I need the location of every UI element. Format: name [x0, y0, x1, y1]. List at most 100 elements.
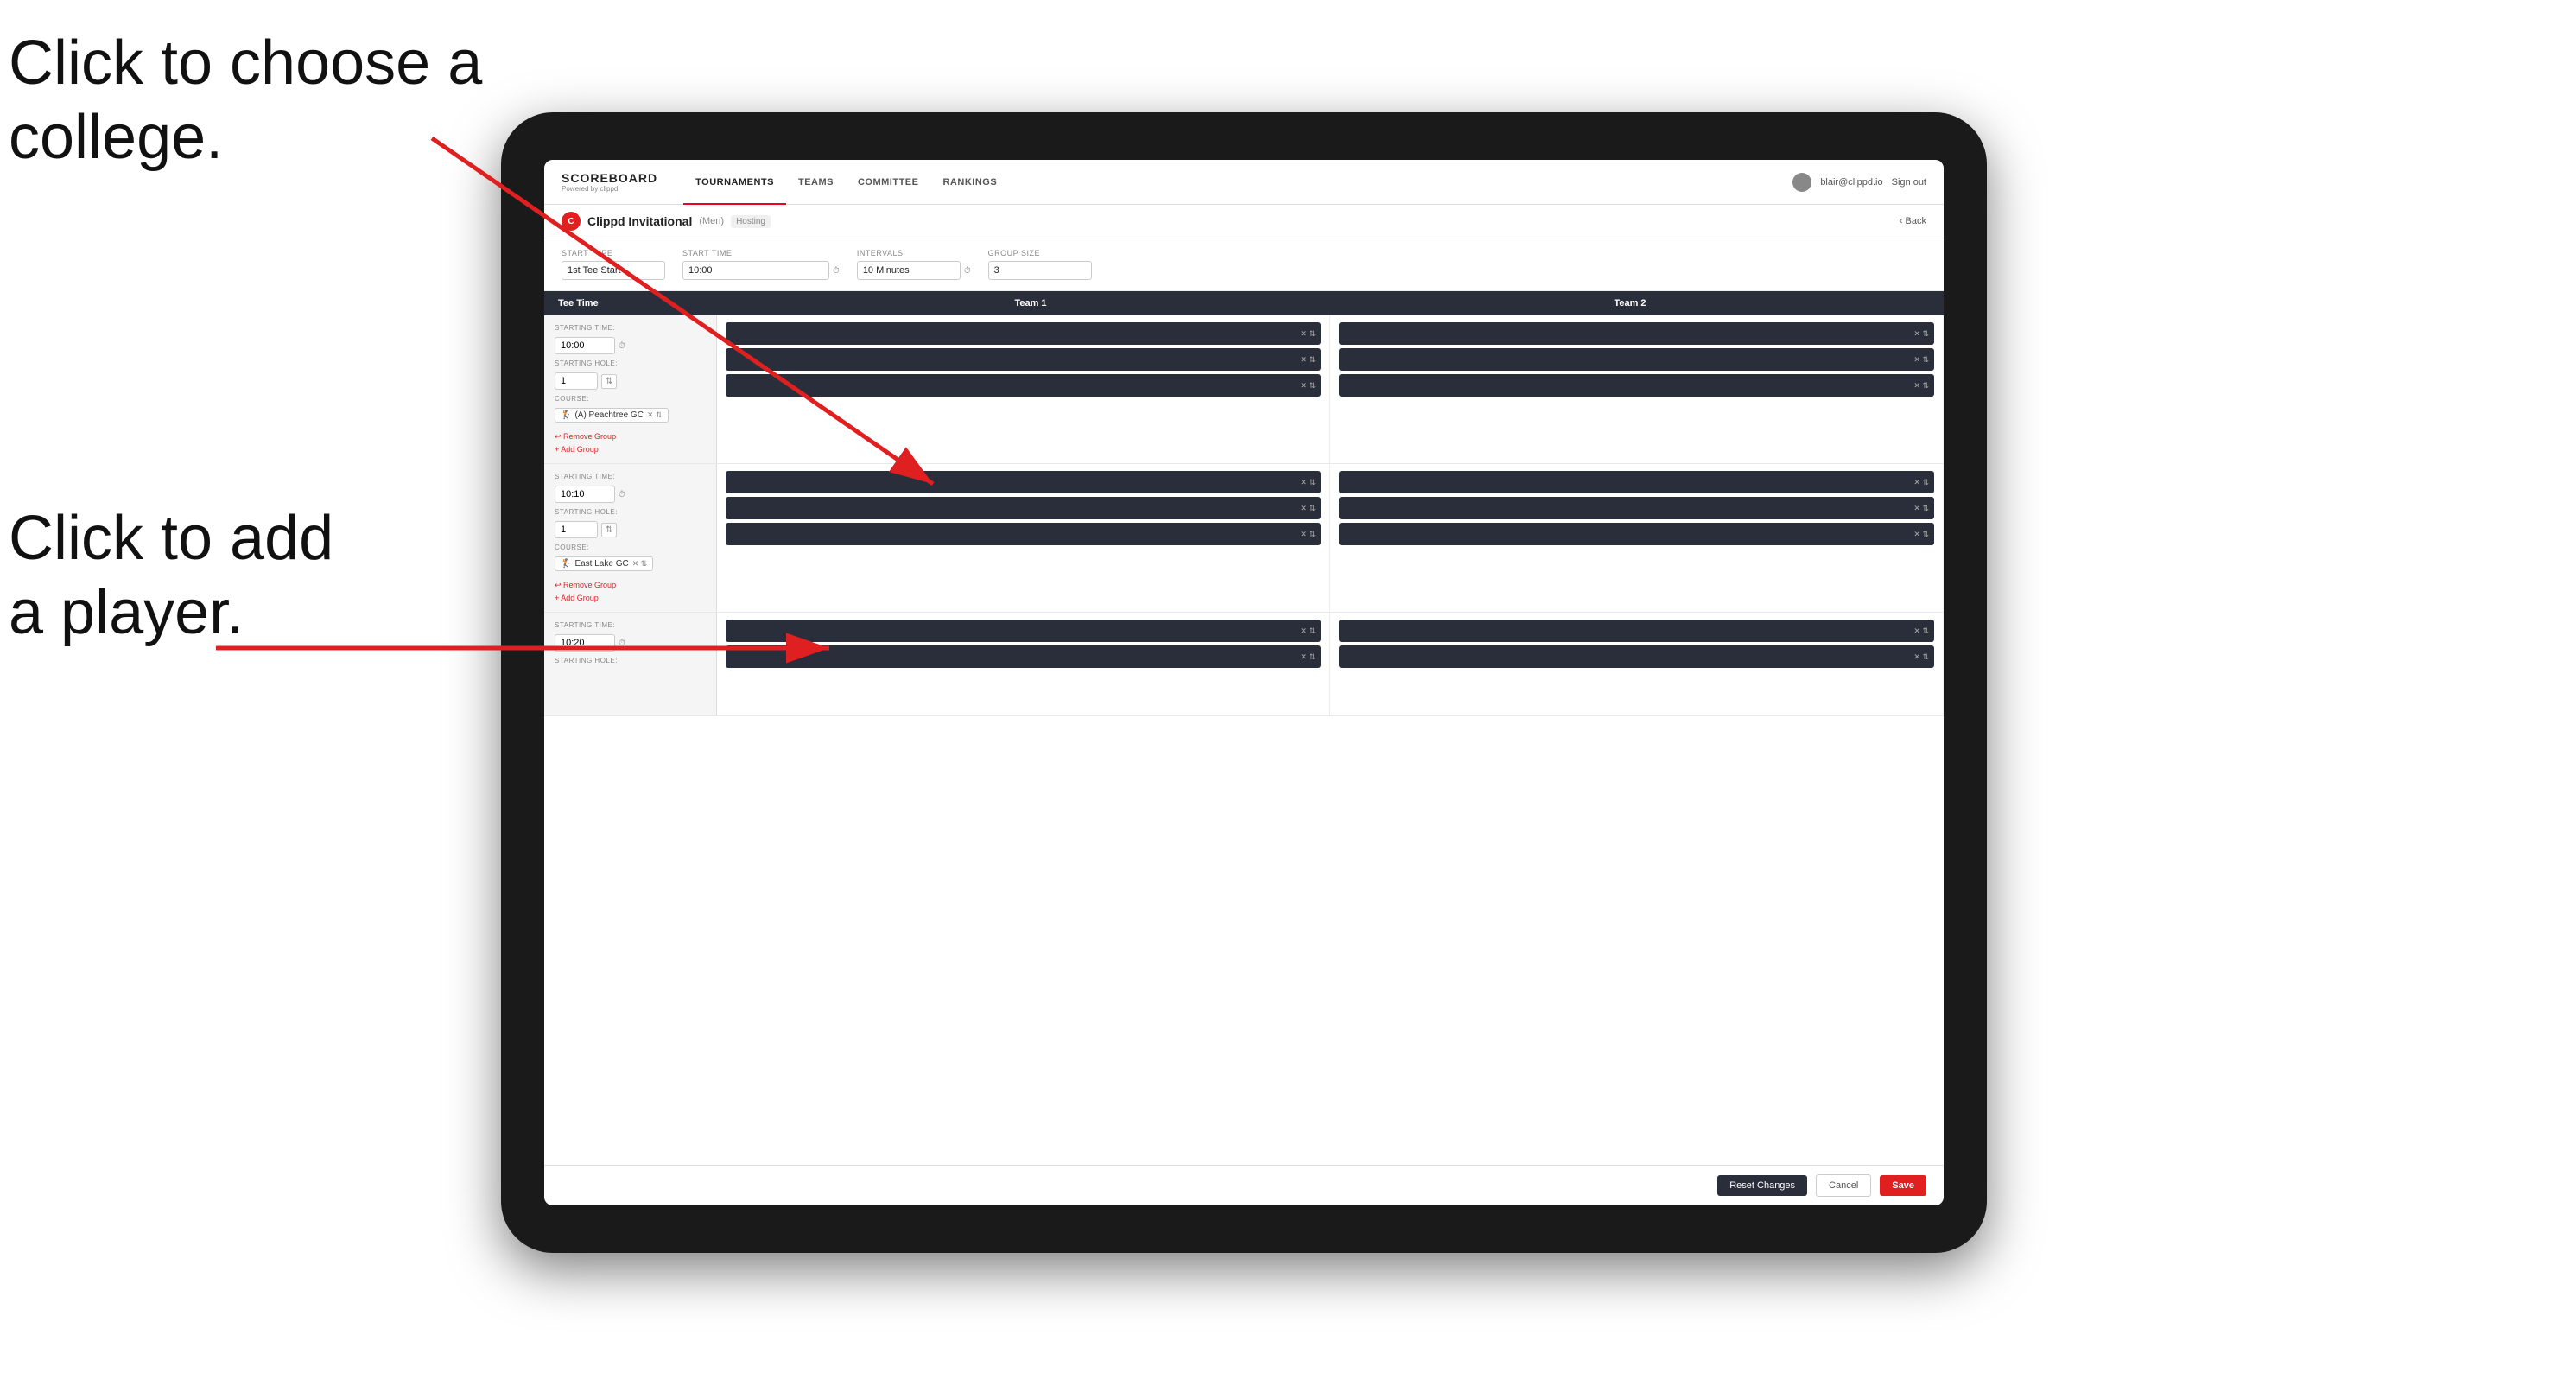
clock-icon-1: ⏱: [619, 341, 625, 351]
clock-icon: ⏱: [833, 266, 840, 276]
slot-x-icon[interactable]: ✕ ⇅: [1300, 329, 1316, 339]
add-group-btn-2[interactable]: + Add Group: [555, 593, 706, 603]
user-avatar: [1792, 173, 1811, 192]
nav-link-committee[interactable]: COMMITTEE: [846, 160, 931, 205]
group-2-left: STARTING TIME: ⏱ STARTING HOLE: ⇅ COURSE…: [544, 464, 717, 612]
slot-x-icon[interactable]: ✕ ⇅: [1913, 329, 1929, 339]
group-3-left: STARTING TIME: ⏱ STARTING HOLE:: [544, 613, 717, 715]
tablet-screen: SCOREBOARD Powered by clippd TOURNAMENTS…: [544, 160, 1944, 1205]
starting-time-label-3: STARTING TIME:: [555, 621, 706, 629]
course-label-2: COURSE:: [555, 544, 706, 551]
team1-header: Team 1: [731, 298, 1330, 308]
slot-x-icon[interactable]: ✕ ⇅: [1913, 381, 1929, 391]
slot-x-icon[interactable]: ✕ ⇅: [1300, 652, 1316, 662]
remove-group-btn-2[interactable]: ↩ Remove Group: [555, 580, 706, 591]
start-time-label: Start Time: [682, 249, 840, 257]
player-slot[interactable]: ✕ ⇅: [726, 322, 1321, 345]
bottom-bar: Reset Changes Cancel Save: [544, 1165, 1944, 1205]
player-slot[interactable]: ✕ ⇅: [1339, 374, 1934, 397]
slot-x-icon[interactable]: ✕ ⇅: [1913, 478, 1929, 487]
add-group-btn-1[interactable]: + Add Group: [555, 444, 706, 455]
nav-links: TOURNAMENTS TEAMS COMMITTEE RANKINGS: [683, 160, 1792, 205]
player-slot[interactable]: ✕ ⇅: [726, 497, 1321, 519]
course-tag-letter-2: 🏌: [561, 559, 571, 569]
nav-link-rankings[interactable]: RANKINGS: [930, 160, 1009, 205]
sub-header: C Clippd Invitational (Men) Hosting ‹ Ba…: [544, 205, 1944, 238]
start-type-select[interactable]: 1st Tee Start: [562, 261, 665, 280]
nav-bar: SCOREBOARD Powered by clippd TOURNAMENTS…: [544, 160, 1944, 205]
hole-spinner-1[interactable]: ⇅: [601, 374, 617, 389]
clock-icon-2: ⏱: [619, 490, 625, 499]
slot-x-icon[interactable]: ✕ ⇅: [1913, 504, 1929, 513]
player-slot[interactable]: ✕ ⇅: [1339, 471, 1934, 493]
group-row: STARTING TIME: ⏱ STARTING HOLE: ⇅ COURSE…: [544, 464, 1944, 613]
starting-time-input-1[interactable]: [555, 337, 615, 354]
player-slot[interactable]: ✕ ⇅: [726, 374, 1321, 397]
slot-x-icon[interactable]: ✕ ⇅: [1913, 652, 1929, 662]
player-slot[interactable]: ✕ ⇅: [726, 471, 1321, 493]
player-slot[interactable]: ✕ ⇅: [1339, 523, 1934, 545]
slot-x-icon[interactable]: ✕ ⇅: [1913, 355, 1929, 365]
remove-group-btn-1[interactable]: ↩ Remove Group: [555, 431, 706, 442]
brand: SCOREBOARD Powered by clippd: [562, 171, 657, 193]
slot-x-icon[interactable]: ✕ ⇅: [1300, 478, 1316, 487]
slot-x-icon[interactable]: ✕ ⇅: [1300, 355, 1316, 365]
group-3-team2: ✕ ⇅ ✕ ⇅: [1330, 613, 1944, 715]
sign-out-link[interactable]: Sign out: [1892, 177, 1926, 188]
save-button[interactable]: Save: [1880, 1175, 1926, 1196]
player-slot[interactable]: ✕ ⇅: [726, 348, 1321, 371]
starting-time-label-1: STARTING TIME:: [555, 324, 706, 332]
start-time-input[interactable]: [682, 261, 829, 280]
starting-hole-input-2[interactable]: [555, 521, 598, 538]
tablet-frame: SCOREBOARD Powered by clippd TOURNAMENTS…: [501, 112, 1987, 1253]
back-button[interactable]: ‹ Back: [1900, 216, 1926, 226]
player-slot[interactable]: ✕ ⇅: [1339, 322, 1934, 345]
intervals-label: Intervals: [857, 249, 971, 257]
start-time-group: Start Time ⏱: [682, 249, 840, 280]
tournament-title: Clippd Invitational: [587, 214, 692, 228]
group-size-select[interactable]: 3: [988, 261, 1092, 280]
slot-x-icon[interactable]: ✕ ⇅: [1913, 530, 1929, 539]
course-tag-2[interactable]: 🏌 East Lake GC ✕ ⇅: [555, 556, 653, 571]
slot-x-icon[interactable]: ✕ ⇅: [1300, 626, 1316, 636]
annotation-player: Click to add a player.: [9, 501, 333, 651]
player-slot[interactable]: ✕ ⇅: [1339, 645, 1934, 668]
player-slot[interactable]: ✕ ⇅: [1339, 348, 1934, 371]
course-tag-letter-1: 🏌: [561, 410, 571, 420]
slot-x-icon[interactable]: ✕ ⇅: [1300, 381, 1316, 391]
starting-hole-input-1[interactable]: [555, 372, 598, 390]
nav-link-tournaments[interactable]: TOURNAMENTS: [683, 160, 786, 205]
starting-hole-label-2: STARTING HOLE:: [555, 508, 706, 516]
groups-container: STARTING TIME: ⏱ STARTING HOLE: ⇅ COURSE…: [544, 315, 1944, 1165]
player-slot[interactable]: ✕ ⇅: [1339, 497, 1934, 519]
player-slot[interactable]: ✕ ⇅: [726, 645, 1321, 668]
starting-time-input-2[interactable]: [555, 486, 615, 503]
course-remove-1[interactable]: ✕ ⇅: [647, 410, 663, 420]
tee-time-header: Tee Time: [558, 298, 731, 308]
nav-right: blair@clippd.io Sign out: [1792, 173, 1926, 192]
nav-link-teams[interactable]: TEAMS: [786, 160, 846, 205]
player-slot[interactable]: ✕ ⇅: [1339, 620, 1934, 642]
player-slot[interactable]: ✕ ⇅: [726, 523, 1321, 545]
course-remove-2[interactable]: ✕ ⇅: [632, 559, 648, 569]
team2-header: Team 2: [1330, 298, 1930, 308]
intervals-select[interactable]: 10 Minutes: [857, 261, 961, 280]
starting-time-input-3[interactable]: [555, 634, 615, 652]
main-content: Tee Time Team 1 Team 2 STARTING TIME: ⏱ …: [544, 291, 1944, 1205]
start-type-label: Start Type: [562, 249, 665, 257]
course-tag-1[interactable]: 🏌 (A) Peachtree GC ✕ ⇅: [555, 408, 669, 423]
reset-button[interactable]: Reset Changes: [1717, 1175, 1807, 1196]
brand-sub: Powered by clippd: [562, 185, 657, 193]
hole-spinner-2[interactable]: ⇅: [601, 523, 617, 537]
slot-x-icon[interactable]: ✕ ⇅: [1300, 530, 1316, 539]
player-slot[interactable]: ✕ ⇅: [726, 620, 1321, 642]
group-2-team2: ✕ ⇅ ✕ ⇅ ✕ ⇅: [1330, 464, 1944, 612]
intervals-group: Intervals 10 Minutes ⏱: [857, 249, 971, 280]
cancel-button[interactable]: Cancel: [1816, 1174, 1871, 1197]
slot-x-icon[interactable]: ✕ ⇅: [1913, 626, 1929, 636]
user-email: blair@clippd.io: [1820, 177, 1882, 188]
slot-x-icon[interactable]: ✕ ⇅: [1300, 504, 1316, 513]
course-label-1: COURSE:: [555, 395, 706, 403]
table-header: Tee Time Team 1 Team 2: [544, 291, 1944, 315]
intervals-icon: ⏱: [964, 266, 971, 276]
